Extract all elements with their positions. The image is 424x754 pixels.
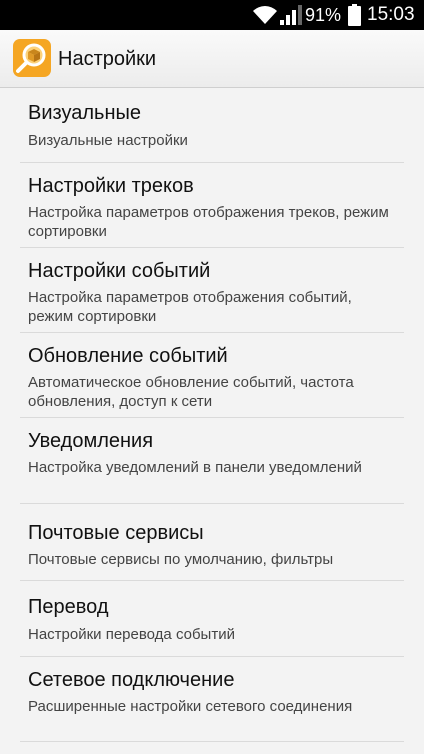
signal-icon: [280, 0, 302, 30]
settings-item-visual[interactable]: Визуальные Визуальные настройки: [0, 89, 424, 163]
app-logo-icon[interactable]: [12, 38, 52, 78]
item-title: Настройки треков: [28, 175, 194, 197]
battery-percent: 91%: [305, 4, 342, 25]
battery-icon: [348, 0, 361, 30]
item-summary: Настройка параметров отображения событий…: [28, 289, 352, 325]
item-title: Почтовые сервисы: [28, 522, 204, 544]
status-bar: 91% 15:03: [0, 0, 424, 30]
item-summary: Почтовые сервисы по умолчанию, фильтры: [28, 551, 334, 568]
settings-item-event-updates[interactable]: Обновление событий Автоматическое обновл…: [0, 333, 424, 418]
wifi-icon: [252, 0, 278, 30]
page-title: Настройки: [58, 47, 157, 70]
settings-item-translation[interactable]: Перевод Настройки перевода событий: [0, 581, 424, 657]
status-clock: 15:03: [367, 4, 415, 25]
settings-item-events[interactable]: Настройки событий Настройка параметров о…: [0, 248, 424, 333]
item-summary: Настройка уведомлений в панели уведомлен…: [28, 459, 362, 476]
action-bar: Настройки: [0, 30, 424, 88]
item-title: Сетевое подключение: [28, 669, 235, 691]
item-summary: Автоматическое обновление событий, часто…: [28, 374, 354, 410]
settings-item-tracks[interactable]: Настройки треков Настройка параметров от…: [0, 163, 424, 248]
item-summary: Настройки перевода событий: [28, 626, 235, 643]
divider: [20, 741, 404, 742]
item-title: Уведомления: [28, 430, 154, 452]
item-title: Настройки событий: [28, 260, 211, 282]
settings-item-notifications[interactable]: Уведомления Настройка уведомлений в пане…: [0, 418, 424, 503]
item-title: Перевод: [28, 596, 109, 618]
item-summary: Расширенные настройки сетевого соединени…: [28, 698, 353, 715]
item-summary: Визуальные настройки: [28, 132, 188, 149]
item-summary: Настройка параметров отображения треков,…: [28, 204, 389, 240]
item-title: Визуальные: [28, 102, 141, 124]
item-title: Обновление событий: [28, 345, 228, 367]
settings-item-mail-services[interactable]: Почтовые сервисы Почтовые сервисы по умо…: [0, 504, 424, 580]
settings-item-network[interactable]: Сетевое подключение Расширенные настройк…: [0, 657, 424, 742]
